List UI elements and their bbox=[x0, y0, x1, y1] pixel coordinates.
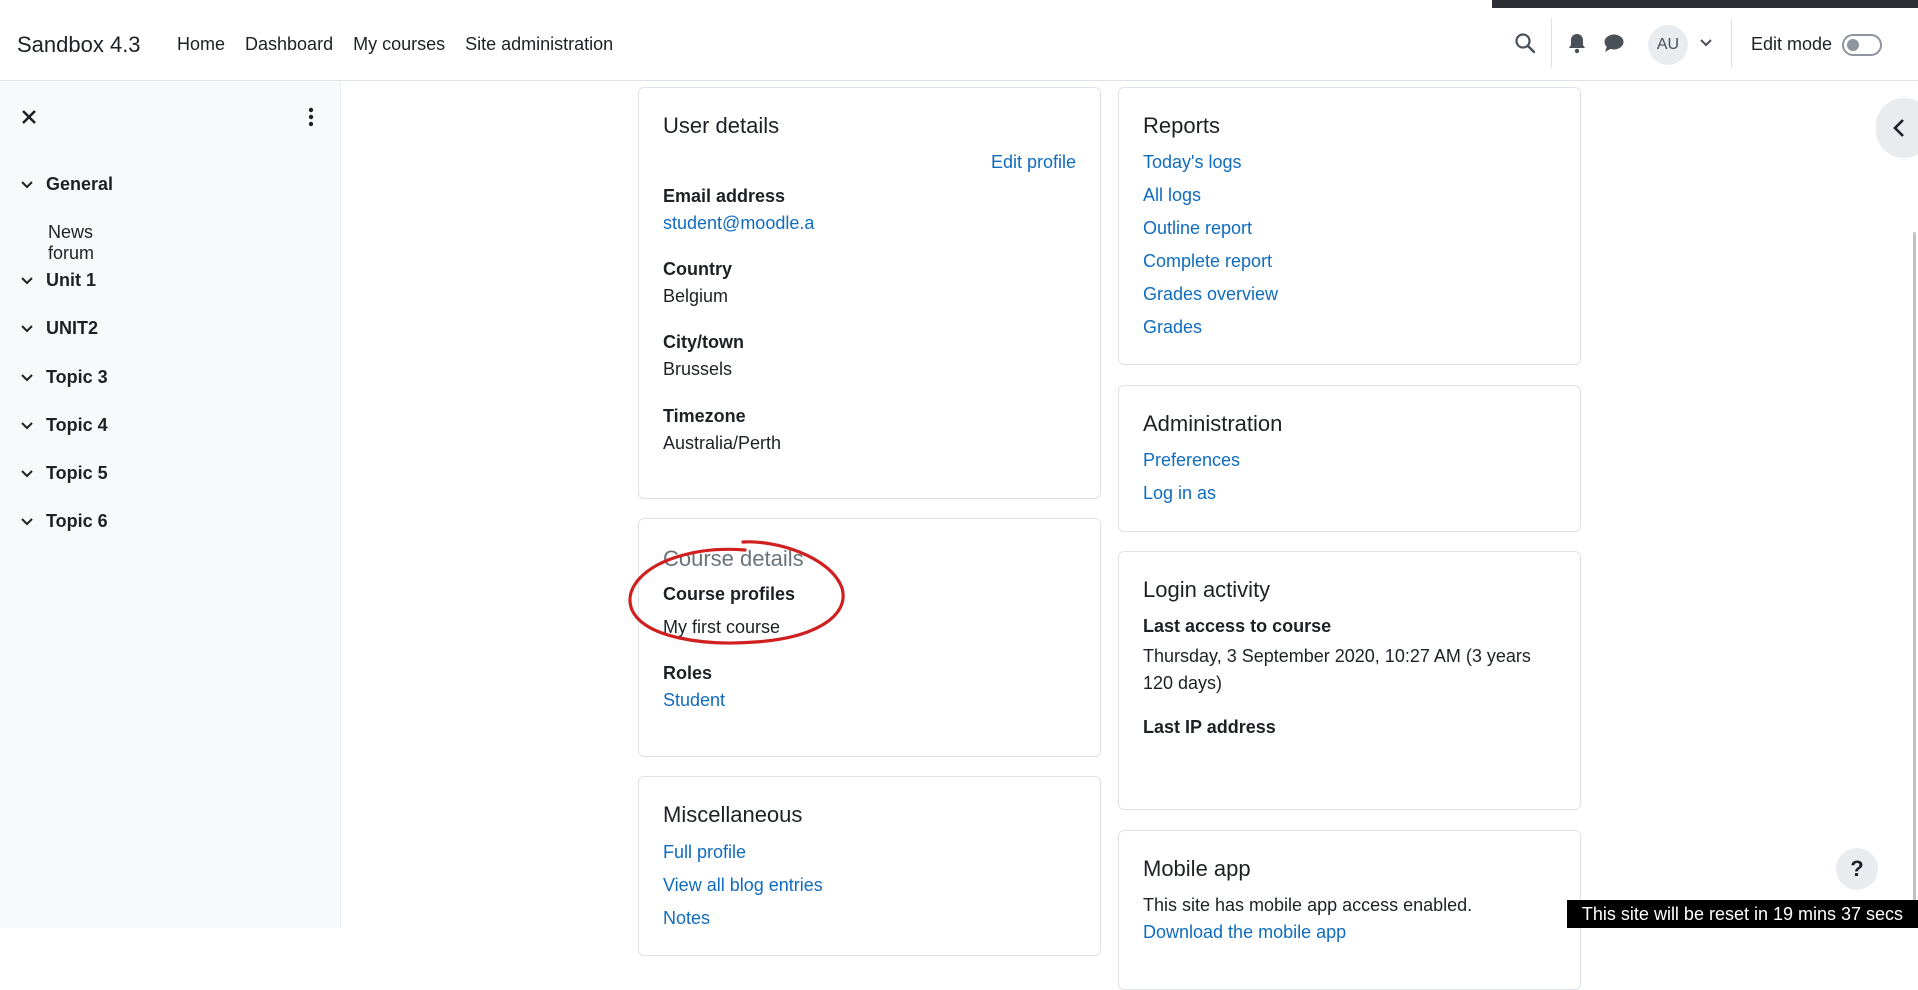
city-label: City/town bbox=[663, 332, 744, 352]
edit-profile-link[interactable]: Edit profile bbox=[991, 152, 1076, 173]
primary-navigation: Home Dashboard My courses Site administr… bbox=[177, 34, 633, 55]
all-logs-link[interactable]: All logs bbox=[1143, 185, 1201, 206]
email-label: Email address bbox=[663, 186, 786, 206]
city-value: Brussels bbox=[663, 359, 733, 379]
miscellaneous-card: Miscellaneous Full profile View all blog… bbox=[638, 776, 1101, 956]
edit-mode-label: Edit mode bbox=[1751, 34, 1833, 54]
card-title: User details bbox=[663, 113, 780, 138]
card-title: Course details bbox=[663, 546, 804, 571]
chevron-down-icon[interactable] bbox=[20, 467, 34, 481]
course-section-unit2[interactable]: UNIT2 bbox=[20, 318, 98, 339]
grades-overview-link[interactable]: Grades overview bbox=[1143, 284, 1278, 305]
course-index-drawer: General News forum Unit 1 UNIT2 Topic 3 … bbox=[0, 82, 341, 928]
outline-report-link[interactable]: Outline report bbox=[1143, 218, 1252, 239]
course-profiles-value: My first course bbox=[663, 617, 781, 637]
chevron-down-icon[interactable] bbox=[20, 515, 34, 529]
page-scrollbar[interactable] bbox=[1913, 232, 1916, 928]
close-icon[interactable] bbox=[18, 106, 40, 128]
chevron-down-icon[interactable] bbox=[20, 322, 34, 336]
toggle-knob bbox=[1847, 39, 1859, 51]
open-block-drawer-button[interactable] bbox=[1876, 98, 1918, 158]
course-activity-news-forum[interactable]: News forum bbox=[48, 222, 94, 264]
login-activity-card: Login activity Last access to course Thu… bbox=[1118, 551, 1581, 810]
navbar-divider bbox=[1731, 18, 1732, 68]
country-label: Country bbox=[663, 259, 732, 279]
chevron-left-icon bbox=[1893, 119, 1904, 137]
role-student-link[interactable]: Student bbox=[663, 690, 725, 711]
administration-card: Administration Preferences Log in as bbox=[1118, 385, 1581, 532]
course-section-general[interactable]: General bbox=[20, 174, 113, 195]
chevron-down-icon[interactable] bbox=[20, 419, 34, 433]
card-title: Mobile app bbox=[1143, 856, 1251, 881]
edit-mode-toggle[interactable] bbox=[1842, 34, 1882, 56]
avatar[interactable]: AU bbox=[1648, 25, 1688, 65]
roles-label: Roles bbox=[663, 663, 713, 683]
grades-link[interactable]: Grades bbox=[1143, 317, 1202, 338]
download-mobile-app-link[interactable]: Download the mobile app bbox=[1143, 922, 1346, 943]
mobile-app-card: Mobile app This site has mobile app acce… bbox=[1118, 830, 1581, 990]
timezone-label: Timezone bbox=[663, 406, 746, 426]
timezone-value: Australia/Perth bbox=[663, 433, 782, 453]
preferences-link[interactable]: Preferences bbox=[1143, 450, 1240, 471]
course-section-unit-1[interactable]: Unit 1 bbox=[20, 270, 96, 291]
card-title: Login activity bbox=[1143, 577, 1271, 602]
course-section-topic-5[interactable]: Topic 5 bbox=[20, 463, 108, 484]
blog-entries-link[interactable]: View all blog entries bbox=[663, 875, 823, 896]
user-details-card: User details Edit profile Email address … bbox=[638, 87, 1101, 499]
nav-dashboard[interactable]: Dashboard bbox=[245, 34, 333, 55]
messages-icon[interactable] bbox=[1601, 30, 1627, 56]
last-ip-label: Last IP address bbox=[1143, 717, 1276, 737]
chevron-down-icon[interactable] bbox=[20, 274, 34, 288]
card-title: Administration bbox=[1143, 411, 1283, 436]
navbar-divider bbox=[1551, 18, 1552, 68]
card-title: Reports bbox=[1143, 113, 1221, 138]
chevron-down-icon[interactable] bbox=[1693, 30, 1719, 56]
complete-report-link[interactable]: Complete report bbox=[1143, 251, 1272, 272]
last-access-label: Last access to course bbox=[1143, 616, 1332, 636]
top-strip bbox=[1492, 0, 1918, 8]
chevron-down-icon[interactable] bbox=[20, 178, 34, 192]
reports-card: Reports Today's logs All logs Outline re… bbox=[1118, 87, 1581, 365]
course-section-topic-3[interactable]: Topic 3 bbox=[20, 367, 108, 388]
help-icon: ? bbox=[1850, 856, 1864, 881]
course-profiles-label: Course profiles bbox=[663, 584, 796, 604]
course-section-topic-6[interactable]: Topic 6 bbox=[20, 511, 108, 532]
course-section-topic-4[interactable]: Topic 4 bbox=[20, 415, 108, 436]
chevron-down-icon[interactable] bbox=[20, 371, 34, 385]
last-access-value: Thursday, 3 September 2020, 10:27 AM (3 … bbox=[1143, 646, 1531, 693]
course-details-card: Course details Course profiles My first … bbox=[638, 518, 1101, 757]
nav-site-administration[interactable]: Site administration bbox=[465, 34, 613, 55]
site-brand[interactable]: Sandbox 4.3 bbox=[17, 32, 141, 58]
todays-logs-link[interactable]: Today's logs bbox=[1143, 152, 1242, 173]
bell-icon[interactable] bbox=[1564, 30, 1590, 56]
email-link[interactable]: student@moodle.a bbox=[663, 213, 814, 234]
reset-banner: This site will be reset in 19 mins 37 se… bbox=[1567, 900, 1918, 928]
navbar: Sandbox 4.3 Home Dashboard My courses Si… bbox=[0, 0, 1918, 81]
full-profile-link[interactable]: Full profile bbox=[663, 842, 746, 863]
nav-home[interactable]: Home bbox=[177, 34, 225, 55]
search-icon[interactable] bbox=[1512, 30, 1538, 56]
help-button[interactable]: ? bbox=[1836, 848, 1878, 890]
notes-link[interactable]: Notes bbox=[663, 908, 710, 929]
more-options-icon[interactable] bbox=[300, 106, 322, 128]
log-in-as-link[interactable]: Log in as bbox=[1143, 483, 1216, 504]
card-title: Miscellaneous bbox=[663, 802, 803, 827]
country-value: Belgium bbox=[663, 286, 729, 306]
mobile-app-text: This site has mobile app access enabled. bbox=[1143, 895, 1473, 915]
nav-my-courses[interactable]: My courses bbox=[353, 34, 445, 55]
